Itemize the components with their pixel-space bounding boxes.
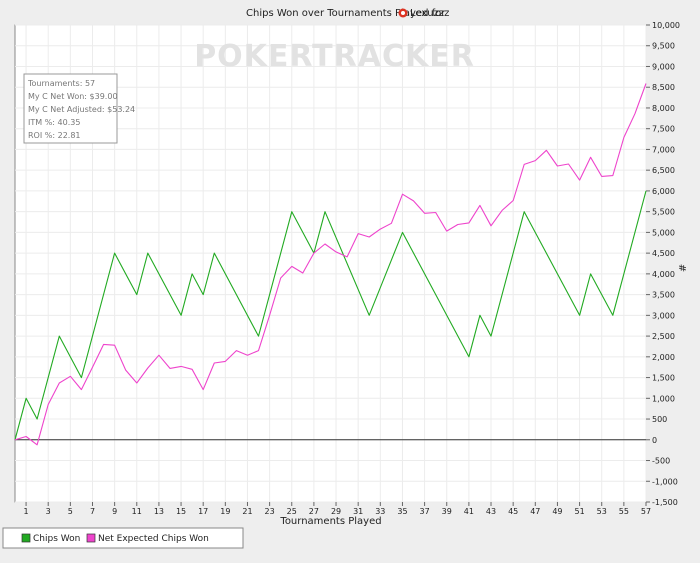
- x-tick-label: 43: [486, 507, 496, 516]
- y-tick-label: 6,000: [652, 187, 675, 196]
- x-tick-label: 39: [442, 507, 452, 516]
- x-tick-label: 53: [597, 507, 607, 516]
- y-tick-label: 6,500: [652, 166, 675, 175]
- y-tick-label: 8,000: [652, 104, 675, 113]
- x-tick-label: 11: [132, 507, 142, 516]
- y-tick-label: 4,000: [652, 270, 675, 279]
- y-tick-label: -500: [652, 457, 670, 466]
- x-tick-label: 29: [331, 507, 341, 516]
- stat-roi: ROI %: 22.81: [28, 131, 81, 140]
- y-tick-label: 9,000: [652, 62, 675, 71]
- legend-swatch-net-expected: [86, 533, 96, 543]
- x-tick-label: 31: [353, 507, 363, 516]
- x-tick-label: 37: [420, 507, 430, 516]
- x-tick-label: 19: [220, 507, 230, 516]
- legend: Chips Won Net Expected Chips Won: [2, 527, 244, 549]
- x-tick-label: 55: [619, 507, 629, 516]
- y-tick-label: 2,000: [652, 353, 675, 362]
- x-tick-label: 7: [90, 507, 95, 516]
- player-name: Lexuzzz: [410, 8, 449, 19]
- x-tick-label: 3: [46, 507, 51, 516]
- y-tick-label: -1,000: [652, 477, 678, 486]
- y-tick-label: 10,000: [652, 21, 680, 30]
- y-tick-label: 3,500: [652, 291, 675, 300]
- x-tick-label: 5: [68, 507, 73, 516]
- x-tick-label: 33: [375, 507, 385, 516]
- y-tick-label: 500: [652, 415, 667, 424]
- legend-label-chips-won: Chips Won: [33, 534, 80, 544]
- y-tick-label: 5,000: [652, 228, 675, 237]
- x-tick-label: 21: [242, 507, 252, 516]
- y-tick-label: 9,500: [652, 42, 675, 51]
- x-tick-label: 27: [309, 507, 319, 516]
- stat-tournaments: Tournaments: 57: [27, 79, 95, 88]
- x-axis-label: Tournaments Played: [279, 516, 381, 527]
- x-tick-label: 45: [508, 507, 518, 516]
- x-tick-label: 51: [574, 507, 584, 516]
- y-tick-label: 1,500: [652, 374, 675, 383]
- poker-chip-icon: [398, 8, 408, 18]
- legend-swatch-chips-won: [21, 533, 31, 543]
- x-tick-label: 35: [397, 507, 407, 516]
- x-tick-label: 23: [265, 507, 275, 516]
- x-tick-label: 1: [24, 507, 29, 516]
- chart: POKERTRACKER 1 3 5 7 9 11 13 15 17 19 21 23 25 27 29 31…: [0, 0, 700, 559]
- y-tick-label: 4,500: [652, 249, 675, 258]
- y-tick-label: 7,000: [652, 145, 675, 154]
- x-tick-label: 57: [641, 507, 651, 516]
- x-tick-label: 9: [112, 507, 117, 516]
- y-tick-label: 0: [652, 436, 657, 445]
- x-tick-label: 17: [198, 507, 208, 516]
- x-tick-label: 41: [464, 507, 474, 516]
- stat-net-adjusted: My C Net Adjusted: $53.24: [28, 105, 135, 114]
- y-tick-label: 8,500: [652, 83, 675, 92]
- y-tick-label: 2,500: [652, 332, 675, 341]
- y-tick-label: 1,000: [652, 394, 675, 403]
- x-tick-label: 49: [552, 507, 562, 516]
- chart-svg: POKERTRACKER 1 3 5 7 9 11 13 15 17 19 21 23 25 27 29 31…: [0, 0, 700, 559]
- y-tick-label: 7,500: [652, 125, 675, 134]
- x-tick-label: 15: [176, 507, 186, 516]
- stat-itm: ITM %: 40.35: [28, 118, 80, 127]
- legend-label-net-expected: Net Expected Chips Won: [98, 534, 209, 544]
- chart-title: Chips Won over Tournaments Played for Le…: [246, 8, 449, 19]
- y-tick-label: -1,500: [652, 498, 678, 507]
- x-tick-label: 25: [287, 507, 297, 516]
- y-tick-label: 5,500: [652, 208, 675, 217]
- x-tick-label: 47: [530, 507, 540, 516]
- watermark: POKERTRACKER: [194, 39, 475, 74]
- y-tick-label: 3,000: [652, 311, 675, 320]
- y-axis-label: #: [676, 264, 687, 272]
- x-tick-label: 13: [154, 507, 164, 516]
- stat-net-won: My C Net Won: $39.00: [28, 92, 118, 101]
